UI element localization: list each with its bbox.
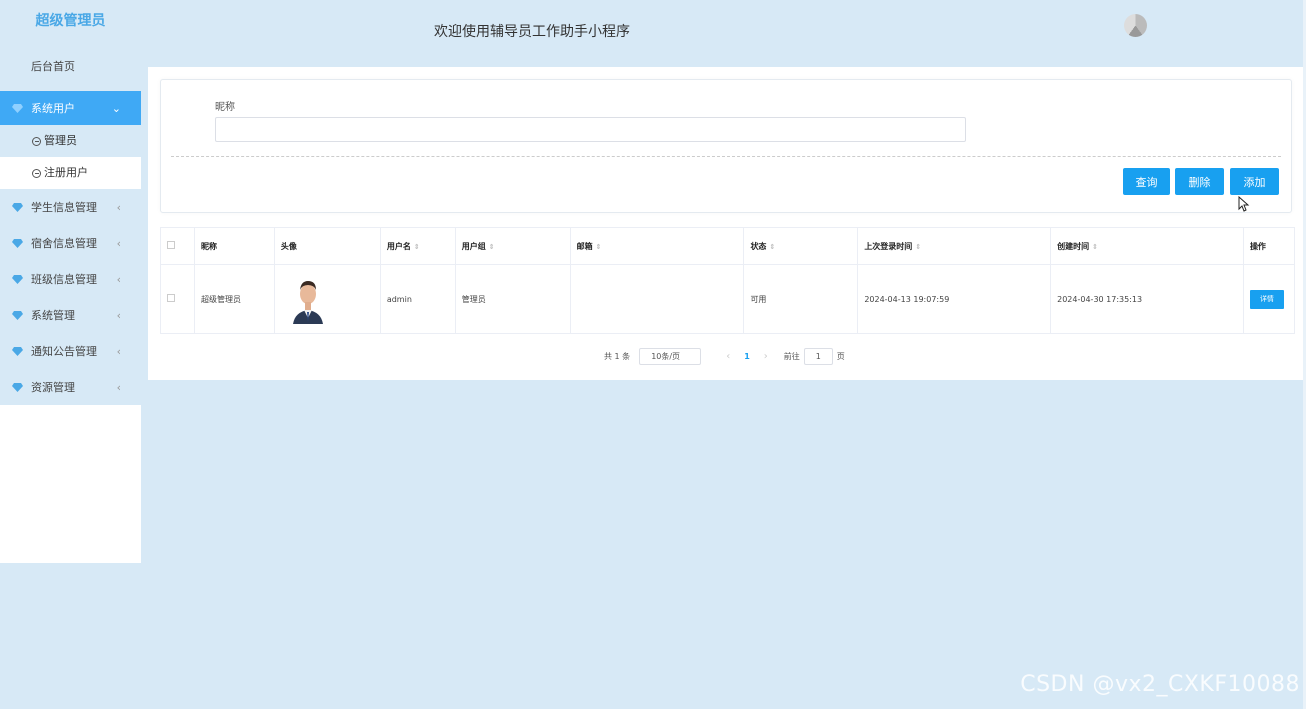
sidebar-item-label: 通知公告管理 (31, 345, 97, 358)
cell-group: 管理员 (454, 264, 571, 334)
cell-status: 可用 (743, 264, 859, 334)
column-header-avatar: 头像 (273, 227, 381, 265)
column-header-label: 创建时间 (1057, 241, 1090, 251)
sidebar-empty-area (0, 405, 141, 563)
sort-icon[interactable]: ⇕ (414, 243, 420, 251)
sidebar-item-class-info[interactable]: 班级信息管理 ‹ (0, 261, 141, 297)
cell-actions: 详情 (1242, 264, 1296, 334)
sidebar-item-home[interactable]: 后台首页 (0, 43, 141, 91)
gem-icon (12, 202, 23, 212)
chevron-left-icon: ‹ (116, 272, 121, 286)
select-all-checkbox[interactable] (167, 241, 175, 249)
sidebar-item-label: 班级信息管理 (31, 273, 97, 286)
sidebar-subitem-label: 注册用户 (44, 166, 88, 179)
sidebar-item-student-info[interactable]: 学生信息管理 ‹ (0, 189, 141, 225)
minus-circle-icon (32, 136, 41, 146)
gem-icon (12, 346, 23, 356)
sidebar: 超级管理员 后台首页 系统用户 ⌄ 管理员 注册用户 学生信息管理 ‹ 宿舍信息… (0, 0, 141, 563)
sidebar-item-label: 系统管理 (31, 309, 75, 322)
chevron-left-icon: ‹ (116, 200, 121, 214)
users-table: 昵称 头像 用户名 ⇕ 用户组 ⇕ 邮箱 ⇕ 状态 ⇕ 上次登录时间 ⇕ 创建时间 ⇕ 操作… (160, 227, 1296, 334)
sidebar-item-label: 资源管理 (31, 381, 75, 394)
column-header-label: 状态 (750, 241, 767, 251)
sidebar-item-system-management[interactable]: 系统管理 ‹ (0, 297, 141, 333)
column-header-last-login[interactable]: 上次登录时间 ⇕ (857, 227, 1052, 265)
minus-circle-icon (32, 168, 41, 178)
next-page-icon[interactable]: › (764, 351, 768, 362)
chevron-left-icon: ‹ (116, 308, 121, 322)
column-header-label: 用户名 (386, 241, 411, 251)
chevron-left-icon: ‹ (116, 344, 121, 358)
sort-icon[interactable]: ⇕ (596, 243, 602, 251)
sidebar-subitem-admin[interactable]: 管理员 (0, 125, 141, 157)
column-header-email[interactable]: 邮箱 ⇕ (569, 227, 745, 265)
sort-icon[interactable]: ⇕ (915, 243, 921, 251)
select-all-cell[interactable] (160, 227, 195, 265)
query-button[interactable]: 查询 (1123, 168, 1170, 195)
gem-icon (12, 382, 23, 392)
cell-avatar (273, 264, 381, 334)
sidebar-menu: 后台首页 系统用户 ⌄ 管理员 注册用户 学生信息管理 ‹ 宿舍信息管理 ‹ 班… (0, 43, 141, 405)
column-header-label: 用户组 (461, 241, 486, 251)
column-header-label: 上次登录时间 (864, 241, 913, 251)
column-header-nickname: 昵称 (193, 227, 275, 265)
gem-icon (12, 310, 23, 320)
sidebar-subitem-registered-users[interactable]: 注册用户 (0, 157, 141, 189)
cell-nickname: 超级管理员 (193, 264, 275, 334)
nickname-label: 昵称 (215, 102, 235, 113)
sidebar-item-label: 学生信息管理 (31, 201, 97, 214)
cell-created: 2024-04-30 17:35:13 (1050, 264, 1244, 334)
sort-icon[interactable]: ⇕ (489, 243, 495, 251)
nickname-search-input[interactable] (215, 117, 966, 142)
gem-icon (12, 238, 23, 248)
pagination-total: 共 1 条 (604, 352, 631, 361)
sidebar-item-resources[interactable]: 资源管理 ‹ (0, 369, 141, 405)
sidebar-subitem-label: 管理员 (44, 134, 77, 147)
column-header-status[interactable]: 状态 ⇕ (743, 227, 859, 265)
pagination: 共 1 条 10条/页 ‹ 1 › 前往 1 页 (604, 348, 845, 365)
watermark: CSDN @vx2_CXKF10088 (1020, 672, 1300, 697)
sort-icon[interactable]: ⇕ (1092, 243, 1098, 251)
page-number-current[interactable]: 1 (744, 352, 750, 361)
page-size-select[interactable]: 10条/页 (639, 348, 702, 365)
table-header-row: 昵称 头像 用户名 ⇕ 用户组 ⇕ 邮箱 ⇕ 状态 ⇕ 上次登录时间 ⇕ 创建时间 ⇕ 操作 (160, 227, 1296, 265)
page-title: 欢迎使用辅导员工作助手小程序 (434, 24, 630, 40)
sidebar-item-label: 宿舍信息管理 (31, 237, 97, 250)
chevron-left-icon: ‹ (116, 380, 121, 394)
row-select-cell[interactable] (160, 264, 195, 334)
sidebar-item-dorm-info[interactable]: 宿舍信息管理 ‹ (0, 225, 141, 261)
column-header-label: 邮箱 (576, 241, 593, 251)
loading-spinner-icon (1124, 14, 1147, 37)
prev-page-icon[interactable]: ‹ (726, 351, 730, 362)
detail-button[interactable]: 详情 (1249, 289, 1284, 309)
divider (171, 156, 1281, 157)
search-panel: 昵称 查询 删除 添加 (160, 79, 1292, 213)
chevron-down-icon: ⌄ (111, 101, 121, 115)
sidebar-item-label: 系统用户 (31, 102, 75, 115)
column-header-username[interactable]: 用户名 ⇕ (379, 227, 456, 265)
add-button[interactable]: 添加 (1230, 168, 1279, 195)
sort-icon[interactable]: ⇕ (769, 243, 775, 251)
column-header-actions: 操作 (1242, 227, 1296, 265)
gem-icon (12, 274, 23, 284)
page-suffix-label: 页 (836, 352, 845, 361)
mouse-pointer-icon (1238, 196, 1250, 212)
goto-label: 前往 (783, 352, 800, 361)
delete-button[interactable]: 删除 (1175, 168, 1224, 195)
table-row: 超级管理员 admin 管理员 可用 2024-04-13 19:07:59 2… (160, 264, 1296, 334)
cell-email (569, 264, 745, 334)
avatar (288, 274, 327, 324)
goto-page-input[interactable]: 1 (803, 348, 833, 365)
gem-icon (12, 103, 23, 113)
chevron-left-icon: ‹ (116, 236, 121, 250)
column-header-group[interactable]: 用户组 ⇕ (454, 227, 571, 265)
sidebar-title: 超级管理员 (0, 0, 141, 43)
main-panel: 昵称 查询 删除 添加 昵称 头像 用户名 ⇕ 用户组 ⇕ 邮箱 ⇕ 状态 ⇕ 上次登录… (148, 67, 1306, 380)
row-checkbox[interactable] (167, 294, 175, 302)
column-header-created[interactable]: 创建时间 ⇕ (1050, 227, 1244, 265)
sidebar-item-system-users[interactable]: 系统用户 ⌄ (0, 91, 141, 125)
cell-username: admin (379, 264, 456, 334)
sidebar-item-notices[interactable]: 通知公告管理 ‹ (0, 333, 141, 369)
cell-last-login: 2024-04-13 19:07:59 (857, 264, 1052, 334)
